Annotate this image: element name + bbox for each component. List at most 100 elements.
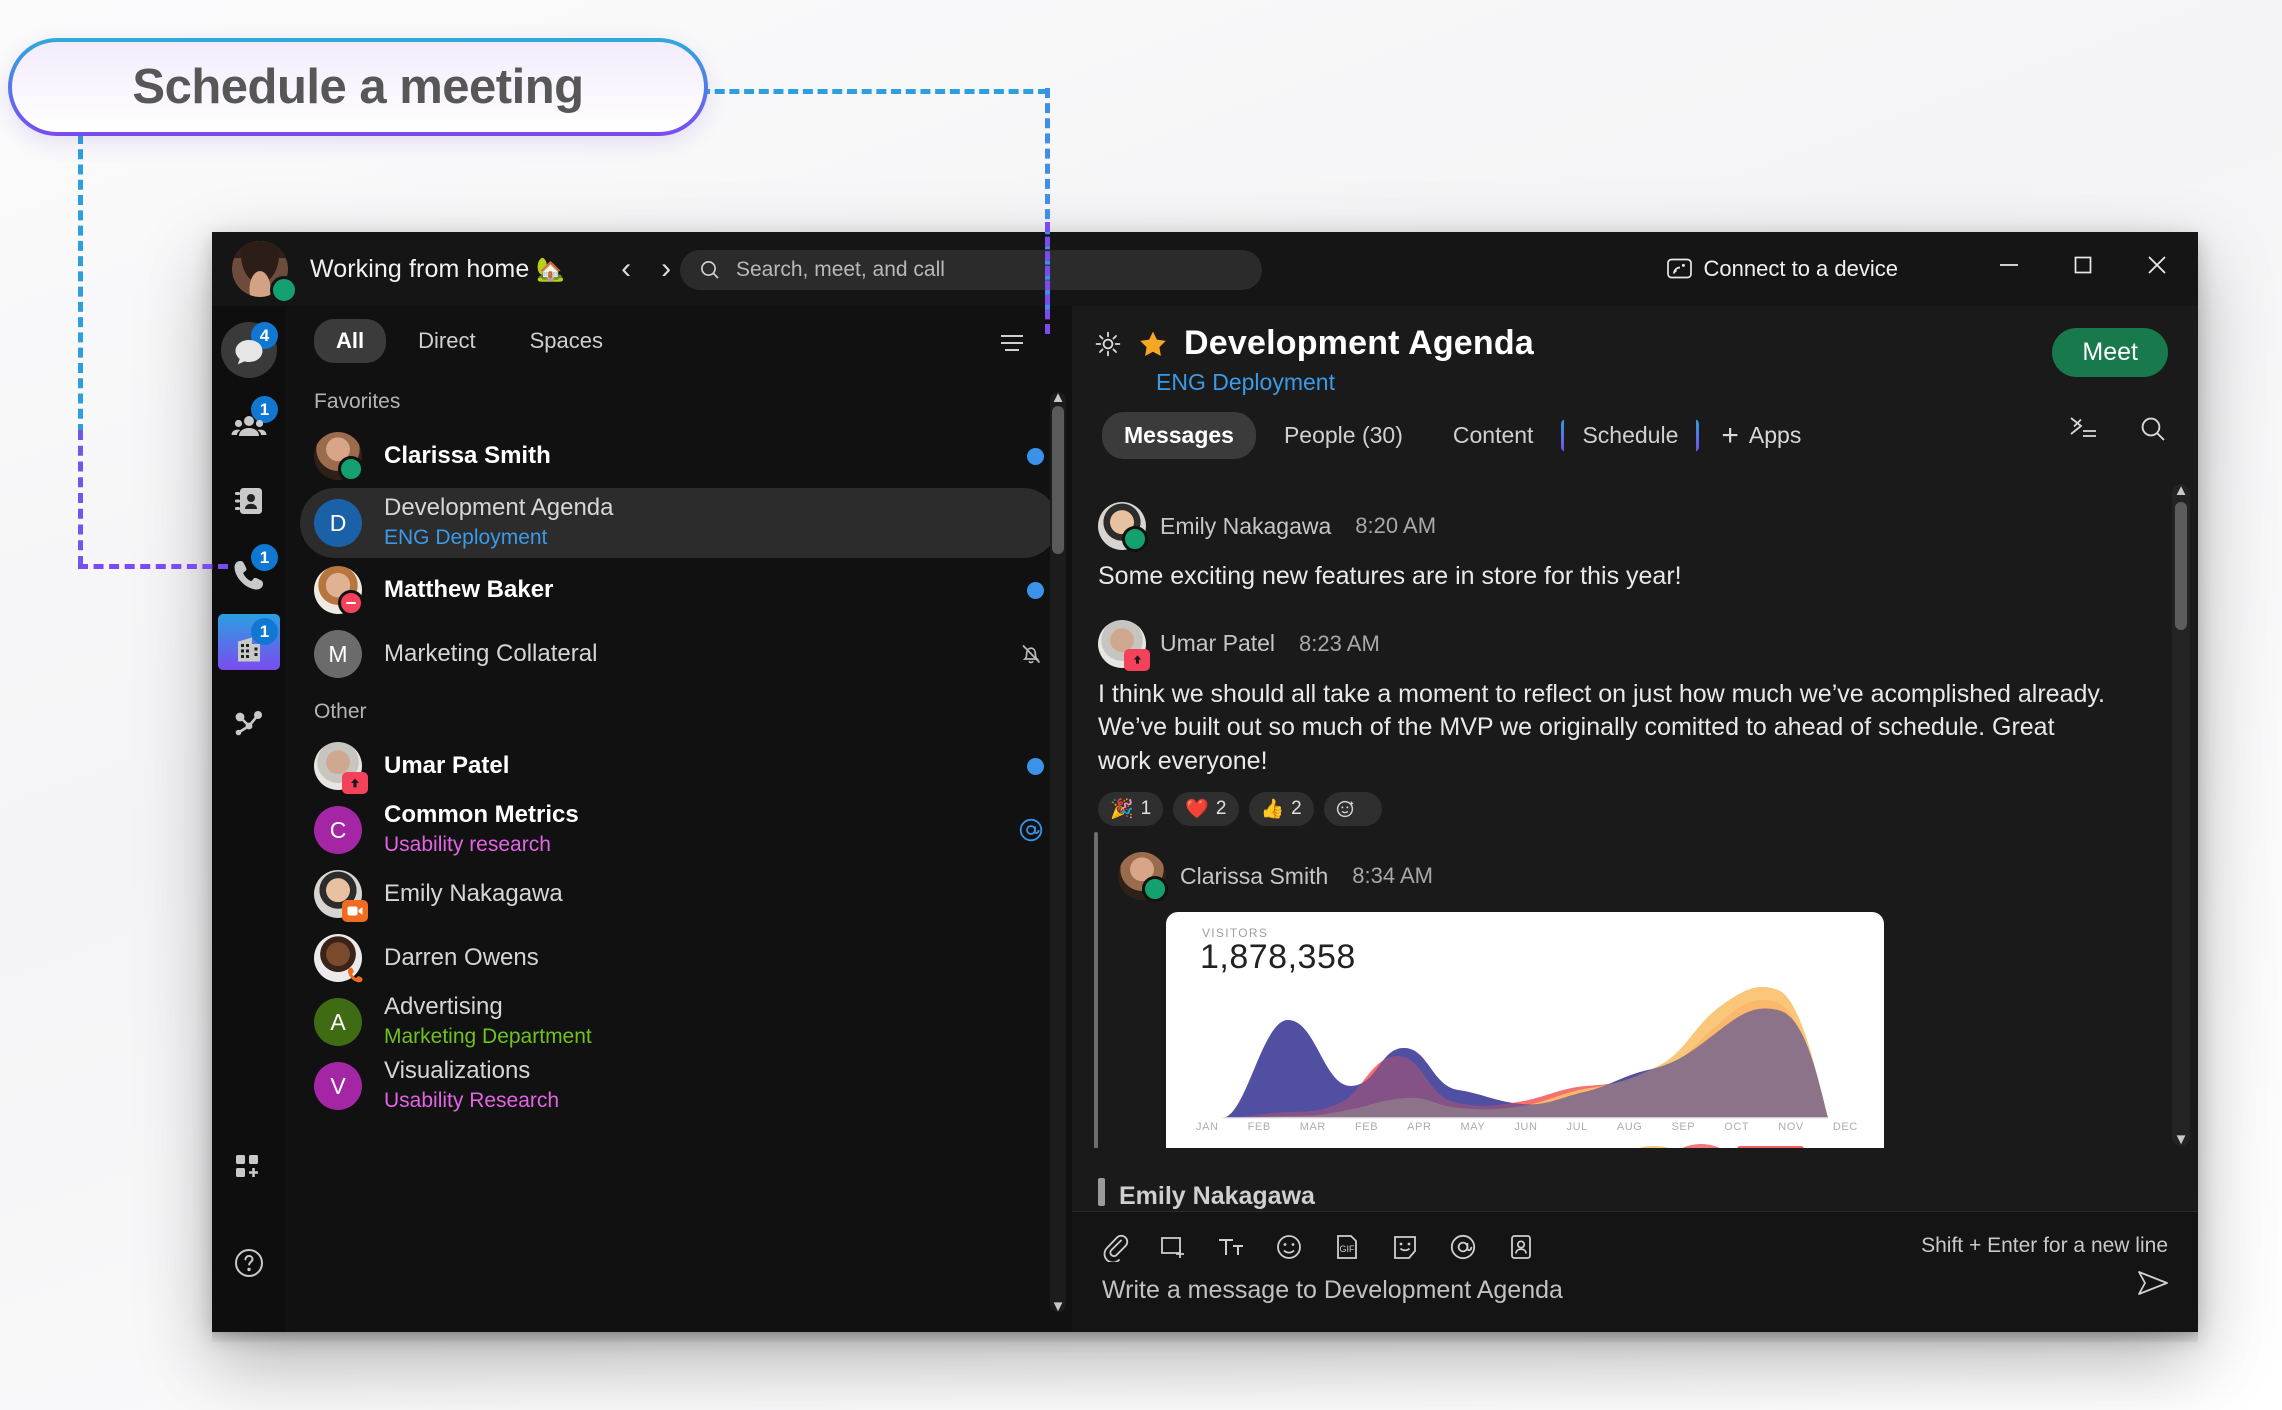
avatar: M bbox=[314, 630, 362, 678]
connect-to-device-label: Connect to a device bbox=[1703, 256, 1898, 281]
presence-indicator-available bbox=[270, 276, 298, 304]
send-icon[interactable] bbox=[2136, 1268, 2170, 1298]
rail-item-teams[interactable]: 1 bbox=[212, 390, 286, 464]
gif-icon[interactable]: GIF bbox=[1332, 1232, 1362, 1262]
pin-list-icon[interactable] bbox=[2068, 415, 2098, 443]
chevron-down-icon[interactable]: ▼ bbox=[1050, 1299, 1066, 1314]
tab-messages[interactable]: Messages bbox=[1102, 412, 1256, 459]
x-tick: JAN bbox=[1196, 1121, 1219, 1133]
message-input[interactable]: Write a message to Development Agenda bbox=[1102, 1276, 1563, 1305]
connector-line-right-vertical-bottom bbox=[1045, 222, 1050, 334]
rail-item-contacts[interactable] bbox=[212, 464, 286, 538]
thread-indicator bbox=[1098, 1178, 1105, 1206]
chart-x-axis-labels: JAN FEB MAR FEB APR MAY JUN JUL AUG SEP … bbox=[1196, 1121, 1858, 1133]
reaction-heart[interactable]: ❤️ 2 bbox=[1173, 792, 1239, 826]
avatar: A bbox=[314, 998, 362, 1046]
cast-icon bbox=[1666, 258, 1692, 279]
chevron-up-icon[interactable]: ▲ bbox=[1050, 390, 1066, 405]
sidebar-scrollbar[interactable]: ▲ ▼ bbox=[1050, 390, 1066, 1314]
message-scrollbar[interactable]: ▲ ▼ bbox=[2172, 483, 2190, 1147]
add-reaction-button[interactable] bbox=[1323, 792, 1382, 826]
list-item-subtitle: Marketing Department bbox=[384, 1024, 592, 1048]
list-item[interactable]: Umar Patel bbox=[286, 734, 1072, 798]
list-item[interactable]: Darren Owens bbox=[286, 926, 1072, 990]
rail-item-calling[interactable]: 1 bbox=[212, 538, 286, 612]
tab-people[interactable]: People (30) bbox=[1262, 412, 1425, 459]
message-text: I think we should all take a moment to r… bbox=[1098, 679, 2105, 775]
list-item-subtitle: Usability Research bbox=[384, 1088, 560, 1112]
help-circle-icon bbox=[235, 1249, 263, 1277]
mention-icon[interactable] bbox=[1448, 1232, 1478, 1262]
chat-bubble-icon bbox=[235, 340, 263, 365]
meet-button[interactable]: Meet bbox=[2052, 328, 2168, 377]
screen-capture-icon[interactable] bbox=[1158, 1232, 1188, 1262]
filter-chip-spaces[interactable]: Spaces bbox=[508, 319, 625, 363]
connect-to-device-button[interactable]: Connect to a device bbox=[1666, 256, 1898, 282]
sticker-icon[interactable] bbox=[1390, 1232, 1420, 1262]
list-item-development-agenda[interactable]: D Development Agenda ENG Deployment bbox=[300, 488, 1058, 558]
thread-indicator bbox=[1094, 832, 1098, 1148]
webex-app-window: Working from home 🏡 ‹ › + Search, meet, … bbox=[212, 232, 2198, 1332]
add-reaction-icon bbox=[1336, 800, 1353, 818]
message-author: Clarissa Smith bbox=[1180, 862, 1329, 889]
list-item[interactable]: M Marketing Collateral bbox=[286, 622, 1072, 686]
tab-content[interactable]: Content bbox=[1431, 412, 1556, 459]
list-item[interactable]: Matthew Baker bbox=[286, 558, 1072, 622]
attach-icon[interactable] bbox=[1100, 1232, 1130, 1262]
filter-chip-all[interactable]: All bbox=[314, 319, 387, 363]
x-tick: MAR bbox=[1299, 1121, 1326, 1133]
chevron-left-icon[interactable]: ‹ bbox=[621, 254, 631, 284]
message-item: Umar Patel 8:23 AM I think we should all… bbox=[1072, 594, 2198, 826]
search-placeholder: Search, meet, and call bbox=[736, 258, 945, 281]
format-text-icon[interactable] bbox=[1216, 1232, 1246, 1262]
message-composer: GIF Shift + Enter for a new line Write a… bbox=[1072, 1211, 2198, 1332]
message-text: Some exciting new features are in store … bbox=[1098, 562, 1682, 590]
list-item-subtitle: Usability research bbox=[384, 832, 551, 856]
filter-chip-direct[interactable]: Direct bbox=[396, 319, 497, 363]
close-icon[interactable] bbox=[2144, 252, 2170, 278]
star-icon[interactable] bbox=[1138, 329, 1168, 359]
x-tick: FEB bbox=[1247, 1121, 1271, 1133]
bubble-value-san-diego: 313,059 bbox=[1737, 1146, 1804, 1148]
maximize-icon[interactable] bbox=[2070, 252, 2096, 278]
list-item[interactable]: V Visualizations Usability Research bbox=[286, 1054, 1072, 1118]
x-tick: APR bbox=[1407, 1121, 1432, 1133]
contact-card-icon[interactable] bbox=[1506, 1232, 1536, 1262]
minimize-icon[interactable] bbox=[1996, 252, 2022, 278]
scrollbar-thumb[interactable] bbox=[2175, 502, 2187, 630]
message-time: 8:20 AM bbox=[1355, 513, 1437, 538]
apps-add-icon bbox=[236, 1155, 258, 1177]
filter-lines-icon[interactable] bbox=[998, 332, 1026, 354]
chevron-right-icon[interactable]: › bbox=[661, 254, 671, 284]
list-item[interactable]: Clarissa Smith bbox=[286, 424, 1072, 488]
rail-item-insights[interactable] bbox=[212, 686, 286, 760]
space-subtitle[interactable]: ENG Deployment bbox=[1156, 369, 2198, 396]
user-status[interactable]: Working from home 🏡 bbox=[310, 255, 565, 284]
call-badge bbox=[342, 964, 368, 986]
avatar bbox=[314, 870, 368, 922]
tab-schedule[interactable]: Schedule bbox=[1564, 413, 1697, 457]
search-icon[interactable] bbox=[2138, 414, 2168, 444]
list-item-title: Clarissa Smith bbox=[384, 441, 551, 469]
rail-item-meetings[interactable]: 1 bbox=[212, 612, 286, 686]
add-apps-button[interactable]: + Apps bbox=[1721, 420, 1801, 450]
reaction-thumbsup[interactable]: 👍 2 bbox=[1248, 792, 1314, 826]
search-input[interactable]: Search, meet, and call bbox=[680, 250, 1262, 290]
rail-item-messaging[interactable]: 4 bbox=[212, 316, 286, 390]
gear-icon[interactable] bbox=[1094, 330, 1122, 358]
chevron-down-icon[interactable]: ▼ bbox=[2172, 1132, 2190, 1147]
rail-item-help[interactable] bbox=[212, 1226, 286, 1300]
emoji-icon[interactable] bbox=[1274, 1232, 1304, 1262]
chevron-up-icon[interactable]: ▲ bbox=[2172, 483, 2190, 498]
highlight-box: Schedule bbox=[1561, 413, 1700, 457]
scrollbar-thumb[interactable] bbox=[1052, 406, 1064, 554]
list-item[interactable]: Emily Nakagawa bbox=[286, 862, 1072, 926]
avatar-initial: M bbox=[314, 630, 362, 678]
dashboard-attachment-card[interactable]: VISITORS 1,878,358 JAN FEB MAR FEB APR M… bbox=[1166, 912, 1884, 1148]
mute-icon bbox=[1022, 644, 1041, 664]
x-tick: FEB bbox=[1354, 1121, 1379, 1133]
rail-item-apps[interactable] bbox=[212, 1130, 286, 1204]
reaction-party[interactable]: 🎉 1 bbox=[1098, 792, 1164, 826]
list-item[interactable]: A Advertising Marketing Department bbox=[286, 990, 1072, 1054]
list-item[interactable]: C Common Metrics Usability research bbox=[286, 798, 1072, 862]
